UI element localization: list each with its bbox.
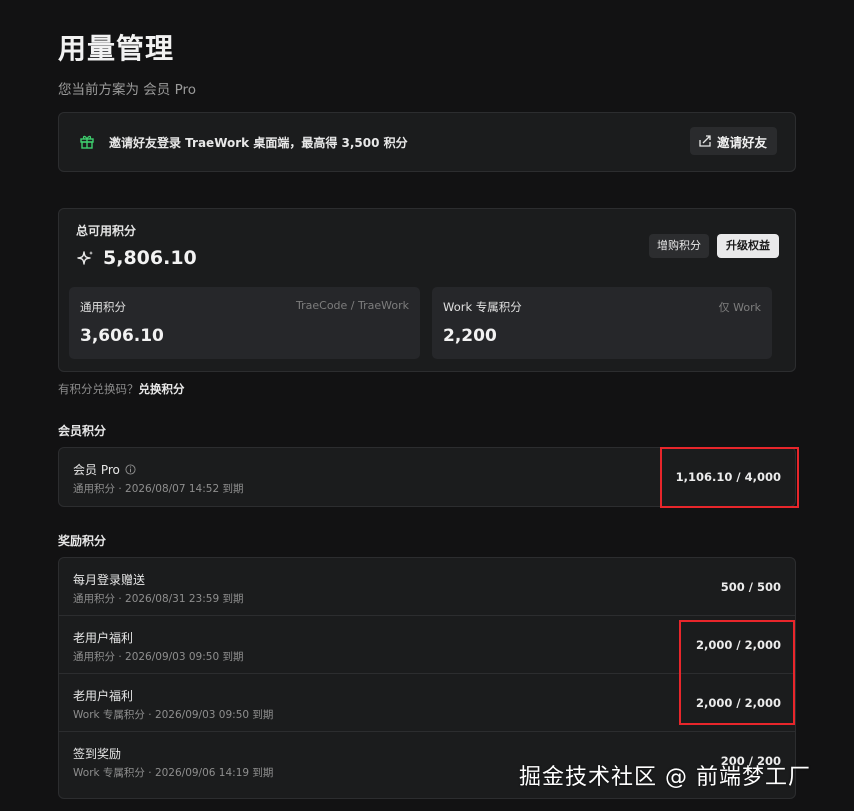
row-subtitle: 通用积分 · 2026/08/31 23:59 到期 (73, 593, 244, 605)
member-pro-title: 会员 Pro (73, 461, 136, 478)
work-points-card: Work 专属积分 仅 Work 2,200 (432, 287, 772, 359)
invite-friends-label: 邀请好友 (716, 134, 767, 150)
list-item: 老用户福利 通用积分 · 2026/09/03 09:50 到期 2,000 /… (59, 616, 795, 674)
watermark: 掘金技术社区 @ 前端梦工厂 (519, 765, 811, 790)
info-icon[interactable] (125, 464, 136, 475)
work-points-scope: 仅 Work (718, 301, 761, 314)
work-points-value: 2,200 (443, 326, 497, 346)
upgrade-button[interactable]: 升级权益 (717, 234, 779, 258)
page-title: 用量管理 (58, 32, 175, 65)
general-points-card: 通用积分 TraeCode / TraeWork 3,606.10 (69, 287, 420, 359)
row-value: 500 / 500 (720, 580, 781, 594)
row-subtitle: 通用积分 · 2026/09/03 09:50 到期 (73, 651, 244, 663)
work-points-label: Work 专属积分 (443, 300, 522, 314)
general-points-scope: TraeCode / TraeWork (296, 299, 409, 312)
list-item: 会员 Pro 通用积分 · 2026/08/07 14:52 到期 1,106.… (59, 448, 795, 506)
current-plan-text: 您当前方案为 会员 Pro (58, 82, 196, 98)
row-subtitle: Work 专属积分 · 2026/09/06 14:19 到期 (73, 767, 274, 779)
row-value: 1,106.10 / 4,000 (675, 470, 781, 484)
total-points-value: 5,806.10 (103, 247, 197, 269)
invite-banner: 邀请好友登录 TraeWork 桌面端，最高得 3,500 积分 邀请好友 (58, 112, 796, 172)
row-value: 2,000 / 2,000 (696, 696, 781, 710)
invite-text: 邀请好友登录 TraeWork 桌面端，最高得 3,500 积分 (109, 136, 408, 150)
row-title: 每月登录赠送 (73, 573, 146, 587)
buy-points-button[interactable]: 增购积分 (649, 234, 709, 258)
row-title: 签到奖励 (73, 747, 122, 761)
reward-points-heading: 奖励积分 (58, 534, 107, 548)
row-subtitle: Work 专属积分 · 2026/09/03 09:50 到期 (73, 709, 274, 721)
share-icon (699, 135, 711, 147)
list-item: 每月登录赠送 通用积分 · 2026/08/31 23:59 到期 500 / … (59, 558, 795, 616)
row-title: 老用户福利 (73, 631, 134, 645)
invite-friends-button[interactable]: 邀请好友 (689, 127, 777, 155)
row-title-text: 会员 Pro (73, 463, 120, 477)
usage-management-page: 用量管理 您当前方案为 会员 Pro 邀请好友登录 TraeWork 桌面端，最… (0, 0, 854, 811)
general-points-label: 通用积分 (80, 300, 126, 314)
row-title: 老用户福利 (73, 689, 134, 703)
redeem-prompt: 有积分兑换码？ (58, 382, 139, 396)
member-points-heading: 会员积分 (58, 424, 107, 438)
general-points-value: 3,606.10 (80, 326, 164, 346)
row-value: 2,000 / 2,000 (696, 638, 781, 652)
redeem-line: 有积分兑换码？兑换积分 (58, 381, 185, 397)
member-points-list: 会员 Pro 通用积分 · 2026/08/07 14:52 到期 1,106.… (58, 447, 796, 507)
total-points-card: 总可用积分 5,806.10 增购积分 升级权益 通用积分 TraeCode /… (58, 208, 796, 372)
redeem-points-link[interactable]: 兑换积分 (139, 382, 185, 396)
list-item: 老用户福利 Work 专属积分 · 2026/09/03 09:50 到期 2,… (59, 674, 795, 732)
sparkle-icon (77, 251, 93, 265)
row-subtitle: 通用积分 · 2026/08/07 14:52 到期 (73, 483, 244, 495)
gift-icon (80, 135, 94, 149)
total-points-label: 总可用积分 (76, 224, 137, 238)
